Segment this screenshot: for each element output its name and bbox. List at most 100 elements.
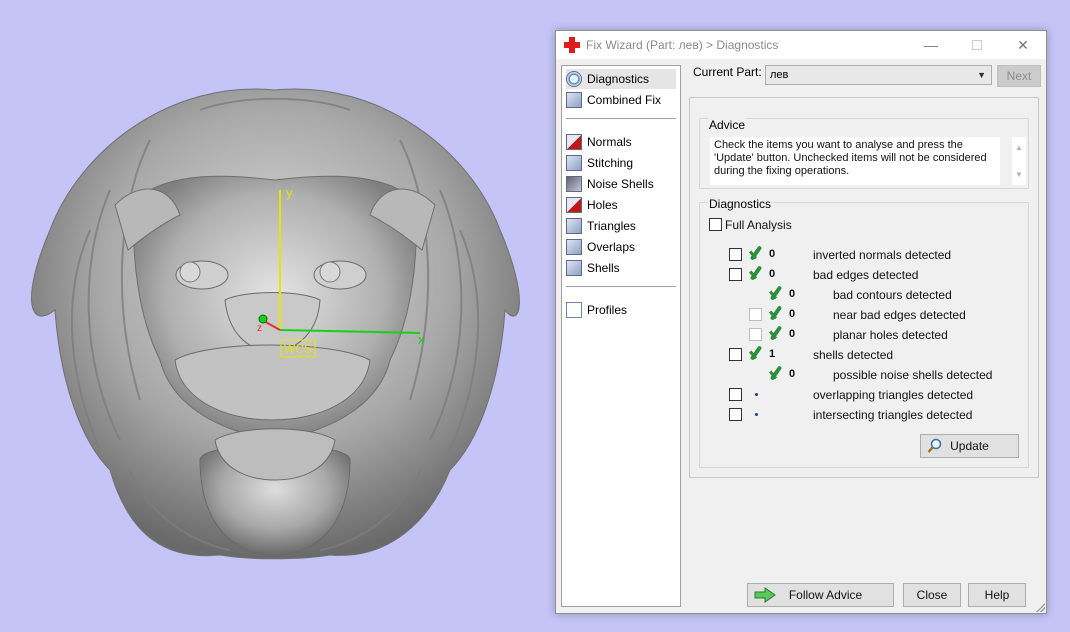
noise-shells-count: 0 xyxy=(789,368,796,380)
shells-checkbox[interactable] xyxy=(729,348,742,361)
bad-edges-label: bad edges detected xyxy=(813,268,919,282)
nav-item-stitching[interactable]: Stitching xyxy=(566,153,676,173)
bad-edges-checkbox[interactable] xyxy=(729,268,742,281)
check-mark-icon xyxy=(748,265,764,281)
not-analysed-dot-icon xyxy=(755,413,758,416)
update-button[interactable]: Update xyxy=(920,434,1019,458)
bad-edges-count: 0 xyxy=(769,268,776,280)
current-part-select[interactable]: лев ▼ xyxy=(765,65,992,85)
overlapping-checkbox[interactable] xyxy=(729,388,742,401)
follow-advice-label: Follow Advice xyxy=(788,588,863,602)
shells-label: shells detected xyxy=(813,348,894,362)
chevron-down-icon: ▼ xyxy=(977,70,986,80)
nav-item-profiles[interactable]: Profiles xyxy=(566,300,676,320)
intersecting-label: intersecting triangles detected xyxy=(813,408,973,422)
scroll-up-icon[interactable]: ▲ xyxy=(1012,143,1026,152)
nav-item-shells[interactable]: Shells xyxy=(566,258,676,278)
triangles-icon xyxy=(566,218,582,234)
nav-item-label: Normals xyxy=(587,135,632,149)
resize-grip[interactable] xyxy=(1035,602,1045,612)
nav-item-label: Combined Fix xyxy=(587,93,662,107)
magnifier-icon xyxy=(927,438,942,453)
holes-icon xyxy=(566,197,582,213)
wcs-label: WCS xyxy=(284,342,312,356)
fix-wizard-window: Fix Wizard (Part: лев) > Diagnostics — ✕… xyxy=(555,30,1047,614)
update-label: Update xyxy=(950,439,989,453)
minimize-icon: — xyxy=(924,37,938,53)
nav-divider xyxy=(566,286,676,287)
close-window-button[interactable]: ✕ xyxy=(1000,31,1046,59)
nav-item-normals[interactable]: Normals xyxy=(566,132,676,152)
z-axis-label: z xyxy=(257,323,262,334)
shells-icon xyxy=(566,260,582,276)
normals-icon xyxy=(566,134,582,150)
nav-item-overlaps[interactable]: Overlaps xyxy=(566,237,676,257)
near-bad-edges-checkbox[interactable] xyxy=(749,308,762,321)
nav-item-label: Stitching xyxy=(587,156,634,170)
stitching-icon xyxy=(566,155,582,171)
window-title: Fix Wizard (Part: лев) > Diagnostics xyxy=(586,38,779,52)
nav-item-holes[interactable]: Holes xyxy=(566,195,676,215)
planar-holes-count: 0 xyxy=(789,328,796,340)
nav-item-label: Profiles xyxy=(587,303,628,317)
scroll-down-icon[interactable]: ▼ xyxy=(1012,170,1026,179)
inverted-normals-label: inverted normals detected xyxy=(813,248,952,262)
inverted-normals-checkbox[interactable] xyxy=(729,248,742,261)
maximize-button[interactable] xyxy=(954,31,1000,59)
document-icon xyxy=(566,302,582,318)
close-button[interactable]: Close xyxy=(903,583,961,607)
nav-item-label: Overlaps xyxy=(587,240,636,254)
noise-shells-icon xyxy=(566,176,582,192)
diagnostics-title: Diagnostics xyxy=(708,197,773,211)
full-analysis-label: Full Analysis xyxy=(725,218,792,232)
not-analysed-dot-icon xyxy=(755,393,758,396)
next-button[interactable]: Next xyxy=(997,65,1041,87)
magnifier-icon xyxy=(566,71,582,87)
check-mark-icon xyxy=(768,305,784,321)
nav-item-triangles[interactable]: Triangles xyxy=(566,216,676,236)
3d-viewport[interactable]: y x z WCS xyxy=(0,0,555,632)
maximize-icon xyxy=(972,40,982,50)
combined-fix-icon xyxy=(566,92,582,108)
current-part-value: лев xyxy=(770,69,789,81)
planar-holes-checkbox[interactable] xyxy=(749,328,762,341)
follow-advice-button[interactable]: Follow Advice xyxy=(747,583,894,607)
help-button[interactable]: Help xyxy=(968,583,1026,607)
bad-contours-label: bad contours detected xyxy=(833,288,952,302)
full-analysis-checkbox[interactable] xyxy=(709,218,722,231)
planar-holes-label: planar holes detected xyxy=(833,328,948,342)
inverted-normals-count: 0 xyxy=(769,248,776,260)
x-axis-label: x xyxy=(418,332,425,347)
nav-item-combined-fix[interactable]: Combined Fix xyxy=(566,90,676,110)
help-label: Help xyxy=(984,588,1010,602)
title-bar[interactable]: Fix Wizard (Part: лев) > Diagnostics — ✕ xyxy=(556,31,1046,59)
nav-divider xyxy=(566,118,676,119)
advice-scrollbar[interactable]: ▲ ▼ xyxy=(1012,137,1026,185)
near-bad-edges-label: near bad edges detected xyxy=(833,308,966,322)
intersecting-checkbox[interactable] xyxy=(729,408,742,421)
check-mark-icon xyxy=(748,345,764,361)
lion-relief-model: y x z WCS xyxy=(31,88,520,560)
nav-item-label: Noise Shells xyxy=(587,177,654,191)
arrow-right-icon xyxy=(754,587,776,603)
nav-item-diagnostics[interactable]: Diagnostics xyxy=(566,69,676,89)
shells-count: 1 xyxy=(769,348,776,360)
nav-item-noise-shells[interactable]: Noise Shells xyxy=(566,174,676,194)
minimize-button[interactable]: — xyxy=(908,31,954,59)
bad-contours-count: 0 xyxy=(789,288,796,300)
noise-shells-label: possible noise shells detected xyxy=(833,368,993,382)
near-bad-edges-count: 0 xyxy=(789,308,796,320)
diagnostics-group: Diagnostics Full Analysis 0 inverted nor… xyxy=(699,197,1029,468)
check-mark-icon xyxy=(768,365,784,381)
check-mark-icon xyxy=(748,245,764,261)
close-icon: ✕ xyxy=(1017,36,1029,53)
red-cross-app-icon xyxy=(564,37,580,53)
advice-group: Advice Check the items you want to analy… xyxy=(699,118,1029,189)
nav-item-label: Triangles xyxy=(587,219,636,233)
close-label: Close xyxy=(916,588,948,602)
wizard-nav-panel: Diagnostics Combined Fix Normals Stitchi… xyxy=(561,65,681,607)
check-mark-icon xyxy=(768,325,784,341)
advice-text: Check the items you want to analyse and … xyxy=(710,137,1000,185)
nav-item-label: Holes xyxy=(587,198,618,212)
advice-title: Advice xyxy=(708,118,747,132)
